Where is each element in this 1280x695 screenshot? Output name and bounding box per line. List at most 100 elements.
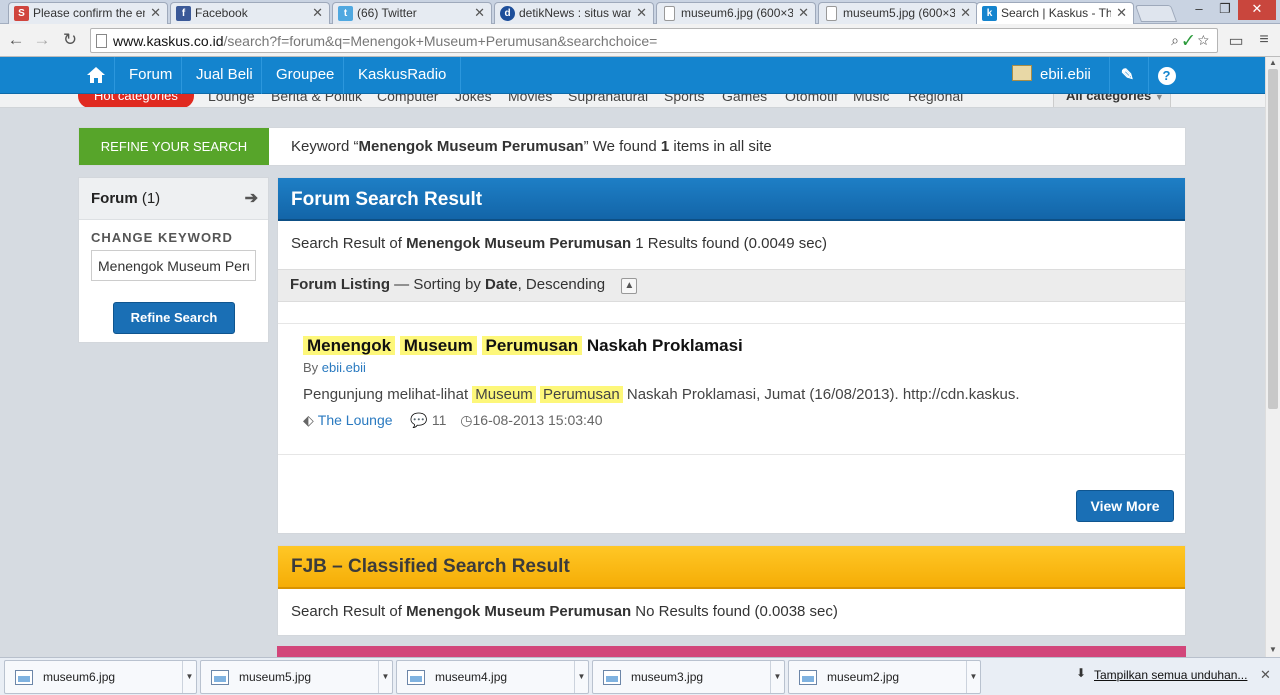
close-icon[interactable]: ✕ <box>960 5 971 21</box>
kaskus-icon: k <box>982 6 997 21</box>
category-link[interactable]: Computer <box>377 94 438 104</box>
category-link[interactable]: Regional <box>908 94 963 104</box>
tab-title: Search | Kaskus - The <box>1001 6 1111 20</box>
category-link[interactable]: Otomotif <box>785 94 838 104</box>
forum-link[interactable]: The Lounge <box>318 412 393 428</box>
category-link[interactable]: Movies <box>508 94 552 104</box>
all-categories-label: All categories <box>1066 94 1152 103</box>
comment-icon: 💬 <box>410 412 428 428</box>
nav-jual-beli[interactable]: Jual Beli <box>181 57 267 94</box>
reload-icon[interactable]: ↻ <box>60 30 80 50</box>
all-categories-dropdown[interactable]: All categories ▼ <box>1053 94 1171 107</box>
browser-tab[interactable]: t (66) Twitter ✕ <box>332 2 492 24</box>
close-icon[interactable]: ✕ <box>474 5 485 21</box>
download-item[interactable]: museum3.jpg ▼ <box>592 660 785 694</box>
facebook-icon: f <box>176 6 191 21</box>
download-item[interactable]: museum4.jpg ▼ <box>396 660 589 694</box>
category-link[interactable]: Jokes <box>455 94 492 104</box>
browser-tab[interactable]: S Please confirm the em ✕ <box>8 2 168 24</box>
summary-suffix: No Results found (0.0038 sec) <box>631 603 838 620</box>
page-icon <box>664 6 675 21</box>
tab-title: (66) Twitter <box>357 6 417 20</box>
nav-forum[interactable]: Forum <box>114 57 186 94</box>
tag-icon: ⬖ <box>303 412 314 428</box>
browser-tab-strip: S Please confirm the em ✕ f Facebook ✕ t… <box>0 0 1280 25</box>
browser-tab[interactable]: museum5.jpg (600×3 ✕ <box>818 2 978 24</box>
zoom-icon[interactable]: ⌕ <box>1171 32 1183 48</box>
user-menu[interactable]: ebii.ebii <box>1012 63 1091 87</box>
tab-title: Please confirm the em <box>33 6 145 20</box>
browser-tab[interactable]: museum6.jpg (600×3 ✕ <box>656 2 816 24</box>
avatar <box>1012 65 1032 81</box>
window-icon[interactable]: ▭ <box>1226 31 1246 51</box>
home-icon[interactable] <box>86 65 106 85</box>
category-link[interactable]: Music <box>853 94 890 104</box>
highlight: Museum <box>399 336 477 355</box>
sidebar-item-forum[interactable]: Forum (1) ➔ <box>79 178 268 220</box>
post-title[interactable]: Menengok Museum Perumusan Naskah Proklam… <box>303 336 743 356</box>
forward-icon[interactable]: → <box>32 30 52 50</box>
forum-results-header: Forum Search Result <box>278 178 1185 221</box>
scroll-thumb[interactable] <box>1268 69 1278 409</box>
browser-tab[interactable]: d detikNews : situs wart ✕ <box>494 2 654 24</box>
sidebar-forum-count: (1) <box>141 190 161 207</box>
chevron-down-icon[interactable]: ▼ <box>182 661 196 693</box>
close-icon[interactable]: ✕ <box>798 5 809 21</box>
author-link[interactable]: ebii.ebii <box>322 360 366 375</box>
listing-sort-prefix: — Sorting by <box>390 276 486 293</box>
nav-groupee[interactable]: Groupee <box>261 57 348 94</box>
category-link[interactable]: Sports <box>664 94 704 104</box>
post-excerpt: Pengunjung melihat-lihat Museum Perumusa… <box>303 386 1020 403</box>
view-more-button[interactable]: View More <box>1076 490 1174 522</box>
download-item[interactable]: museum6.jpg ▼ <box>4 660 197 694</box>
download-item[interactable]: museum2.jpg ▼ <box>788 660 981 694</box>
category-strip: Hot categories Lounge Berita & Politik C… <box>0 94 1265 108</box>
close-icon[interactable]: ✕ <box>150 5 161 21</box>
category-link[interactable]: Lounge <box>208 94 255 104</box>
star-icon[interactable]: ☆ <box>1198 32 1213 48</box>
chevron-down-icon[interactable]: ▼ <box>574 661 588 693</box>
hot-categories-tab[interactable]: Hot categories <box>78 94 194 107</box>
close-icon[interactable]: ✕ <box>312 5 323 21</box>
page-scrollbar[interactable]: ▲ ▼ <box>1265 57 1280 657</box>
highlight: Museum <box>472 386 536 403</box>
scroll-up-icon[interactable]: ▲ <box>1269 58 1277 67</box>
nav-kaskusradio[interactable]: KaskusRadio <box>343 57 462 94</box>
browser-tab-active[interactable]: k Search | Kaskus - The ✕ <box>976 2 1134 25</box>
refine-sidebar: Forum (1) ➔ CHANGE KEYWORD Refine Search <box>78 177 269 343</box>
keyword-suffix: items in all site <box>669 138 772 155</box>
maximize-icon[interactable]: ❐ <box>1212 0 1238 20</box>
close-icon[interactable]: ✕ <box>1260 667 1271 683</box>
chevron-down-icon[interactable]: ▼ <box>378 661 392 693</box>
excerpt-after: Naskah Proklamasi, Jumat (16/08/2013). h… <box>622 386 1020 403</box>
close-icon[interactable]: ✕ <box>1116 5 1127 21</box>
collapse-icon[interactable]: ▲ <box>621 278 638 294</box>
browser-tab[interactable]: f Facebook ✕ <box>170 2 330 24</box>
category-link[interactable]: Berita & Politik <box>271 94 362 104</box>
help-icon[interactable]: ? <box>1148 57 1184 94</box>
address-bar[interactable]: www.kaskus.co.id/search?f=forum&q=Meneng… <box>90 28 1218 53</box>
forum-results-summary: Search Result of Menengok Museum Perumus… <box>291 235 827 252</box>
keyword-summary: Keyword “Menengok Museum Perumusan” We f… <box>291 138 772 155</box>
twitter-icon: t <box>338 6 353 21</box>
refine-search-button[interactable]: Refine Search <box>113 302 235 334</box>
chevron-down-icon[interactable]: ▼ <box>966 661 980 693</box>
clock-icon: ◷ <box>460 412 473 428</box>
keyword-input[interactable] <box>91 250 256 281</box>
scroll-down-icon[interactable]: ▼ <box>1269 645 1277 654</box>
download-item[interactable]: museum5.jpg ▼ <box>200 660 393 694</box>
category-link[interactable]: Games <box>722 94 767 104</box>
window-close-icon[interactable]: ✕ <box>1238 0 1276 20</box>
close-icon[interactable]: ✕ <box>636 5 647 21</box>
chevron-down-icon[interactable]: ▼ <box>770 661 784 693</box>
pencil-icon[interactable]: ✎ <box>1109 57 1145 94</box>
tab-title: museum6.jpg (600×3 <box>681 6 793 20</box>
download-filename: museum3.jpg <box>631 670 704 684</box>
category-link[interactable]: Supranatural <box>568 94 648 104</box>
new-tab-button[interactable] <box>1134 5 1178 22</box>
minimize-icon[interactable]: ‒ <box>1186 0 1212 20</box>
menu-icon[interactable]: ≡ <box>1254 31 1274 49</box>
show-all-downloads-link[interactable]: Tampilkan semua unduhan... <box>1094 668 1247 682</box>
extension-icon[interactable]: ✓ <box>1183 32 1198 48</box>
back-icon[interactable]: ← <box>6 30 26 50</box>
